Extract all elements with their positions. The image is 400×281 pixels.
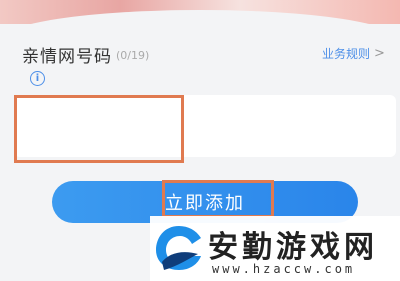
input-highlight-box (14, 95, 184, 163)
chevron-right-icon: > (374, 46, 385, 61)
character-counter: (0/19) (116, 49, 150, 62)
top-banner (0, 0, 400, 24)
field-label: 亲情网号码 (22, 47, 112, 67)
button-highlight-box (162, 180, 274, 218)
watermark-site-url: www.hzaccw.com (212, 262, 356, 276)
info-icon[interactable]: i (30, 71, 45, 86)
watermark-site-name: 安勤游戏网 (208, 230, 378, 265)
business-rules-link[interactable]: 业务规则 > (322, 45, 385, 62)
site-logo-icon (156, 226, 201, 270)
business-rules-label: 业务规则 (322, 47, 371, 61)
